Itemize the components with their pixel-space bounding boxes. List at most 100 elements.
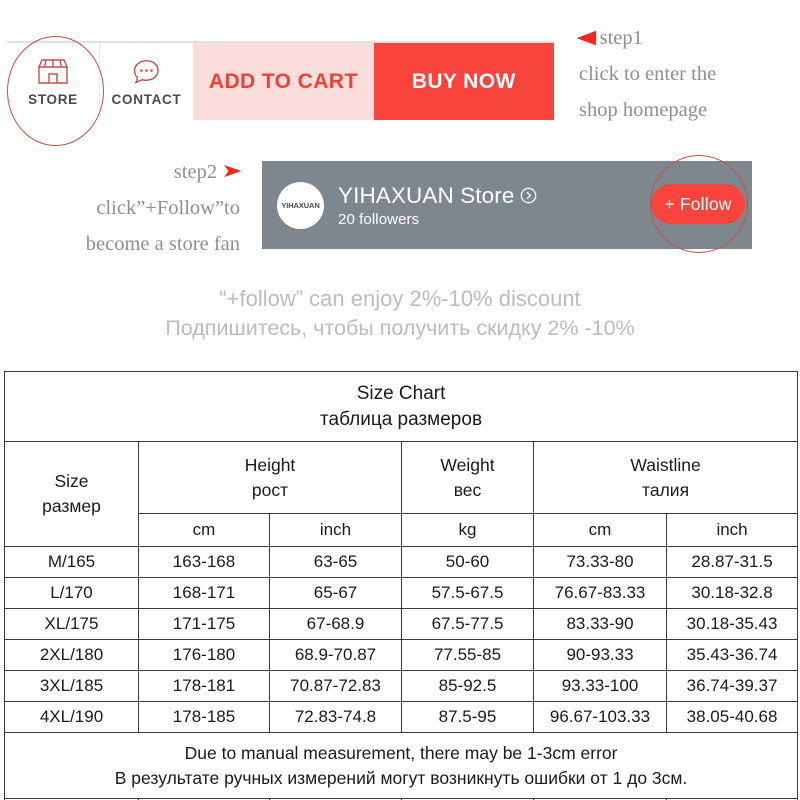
cell-wa-in: 35.43-36.74 [665,639,799,671]
table-row: M/165 163-168 63-65 50-60 73.33-80 28.87… [4,546,799,578]
cell-h-in: 63-65 [269,546,402,578]
step2-line2: click”+Follow”to [96,197,240,219]
size-chart-note-cell: Due to manual measurement, there may be … [3,732,799,799]
arrow-left-icon: ◀ [576,27,597,48]
add-to-cart-button[interactable]: ADD TO CART [193,43,374,120]
chevron-right-circle-icon [520,187,537,204]
cell-h-cm: 168-171 [138,577,270,609]
cell-size: 4XL/190 [4,701,139,733]
step2-line1-row: step2 ➤ [22,154,243,190]
cell-w-kg: 57.5-67.5 [401,577,534,609]
header-height-en: Height [244,454,296,475]
cell-size: 2XL/180 [4,639,139,671]
size-chart-table: Size Chart таблица размеров Size размер … [3,371,799,800]
step2-annotation: step2 ➤ click”+Follow”to become a store f… [22,154,243,262]
cell-h-cm: 178-181 [138,670,270,702]
table-row: 2XL/180 176-180 68.9-70.87 77.55-85 90-9… [4,639,799,671]
header-weight-ru: вес [453,479,482,500]
cell-wa-cm: 93.33-100 [533,670,667,702]
cell-size: XL/175 [4,608,139,640]
follow-button[interactable]: + Follow [651,184,745,224]
cell-wa-in: 30.18-32.8 [665,577,799,609]
store-followers-count: 20 followers [338,210,420,228]
store-avatar: YIHAXUAN [277,181,324,229]
store-name-row[interactable]: YIHAXUAN Store [338,183,537,209]
store-name-label: YIHAXUAN Store [338,182,515,208]
header-weight: Weight вес [401,441,534,514]
discount-text-en: “+follow” can enjoy 2%-10% discount [219,286,581,311]
cell-h-in: 67-68.9 [269,608,402,640]
buy-now-button[interactable]: BUY NOW [373,43,554,120]
header-waistline-en: Waistline [630,454,701,475]
header-waistline: Waistline талия [532,441,799,514]
size-chart-title-ru: таблица размеров [320,408,483,430]
header-size: Size размер [4,441,139,547]
size-chart-title-cell: Size Chart таблица размеров [3,371,799,442]
cell-h-in: 65-67 [269,577,402,609]
cell-h-in: 68.9-70.87 [269,639,402,671]
cell-h-in: 72.83-74.8 [269,701,402,733]
cell-wa-cm: 73.33-80 [533,546,667,578]
cell-wa-in: 30.18-35.43 [665,608,799,640]
unit-height-inch: inch [269,513,402,547]
arrow-right-icon: ➤ [221,161,243,182]
step2-line3: become a store fan [85,233,240,255]
unit-height-cm: cm [138,513,270,547]
cell-wa-cm: 96.67-103.33 [533,701,667,733]
header-height: Height рост [138,441,402,514]
product-action-bar: STORE CONTACT ADD TO CART BUY NOW [7,41,554,120]
cell-w-kg: 85-92.5 [401,670,534,702]
step1-annotation: ◀ step1 click to enter the shop homepage [576,20,717,128]
store-avatar-label: YIHAXUAN [281,200,320,210]
step1-label: step1 [599,27,643,49]
header-size-en: Size [54,471,89,491]
header-waistline-ru: талия [642,479,690,500]
header-height-ru: рост [251,479,289,500]
cell-h-cm: 163-168 [138,546,270,578]
cell-w-kg: 50-60 [401,546,534,578]
cell-h-cm: 171-175 [138,608,270,640]
cell-size: L/170 [4,577,139,609]
header-size-ru: размер [42,496,101,516]
cell-wa-cm: 76.67-83.33 [533,577,667,609]
cell-size: 3XL/185 [4,670,139,702]
store-button-label: STORE [28,91,78,107]
header-weight-en: Weight [440,454,495,475]
contact-button[interactable]: CONTACT [100,43,193,120]
cell-wa-cm: 90-93.33 [533,639,667,671]
table-row: XL/175 171-175 67-68.9 67.5-77.5 83.33-9… [4,608,799,640]
contact-button-label: CONTACT [111,91,182,107]
cell-w-kg: 67.5-77.5 [401,608,534,640]
size-chart-title-row: Size Chart таблица размеров [3,371,799,442]
storefront-icon [36,57,70,87]
unit-waist-cm: cm [533,513,667,547]
store-button[interactable]: STORE [7,43,100,120]
step1-line3: shop homepage [579,99,708,121]
cell-wa-in: 28.87-31.5 [665,546,799,578]
step1-line2: click to enter the [579,63,717,85]
cell-h-cm: 178-185 [138,701,270,733]
cell-wa-in: 36.74-39.37 [665,670,799,702]
step1-line1-row: ◀ step1 [576,20,716,56]
unit-weight-kg: kg [401,513,534,547]
size-chart-title-en: Size Chart [356,382,446,404]
size-chart-note-row: Due to manual measurement, there may be … [3,732,799,799]
store-meta: YIHAXUAN Store 20 followers [338,183,537,228]
size-chart-note-ru: В результате ручных измерений могут возн… [114,767,688,788]
product-detail-page: STORE CONTACT ADD TO CART BUY NOW ◀ step1… [0,0,800,800]
cell-w-kg: 77.55-85 [401,639,534,671]
unit-waist-inch: inch [665,513,799,547]
cell-wa-cm: 83.33-90 [533,608,667,640]
cell-h-in: 70.87-72.83 [269,670,402,702]
size-chart-group-header-row: Size размер Height рост Weight вес Waist… [4,441,799,547]
table-row: 4XL/190 178-185 72.83-74.8 87.5-95 96.67… [4,701,799,733]
table-row: L/170 168-171 65-67 57.5-67.5 76.67-83.3… [4,577,799,609]
cell-size: M/165 [4,546,139,578]
discount-text-ru: Подпишитесь, чтобы получить скидку 2% -1… [165,316,635,340]
cell-h-cm: 176-180 [138,639,270,671]
step2-label: step2 [173,161,218,183]
chat-bubble-icon [130,57,164,87]
size-chart-note-en: Due to manual measurement, there may be … [184,742,618,763]
cell-wa-in: 38.05-40.68 [665,701,799,733]
table-row: 3XL/185 178-181 70.87-72.83 85-92.5 93.3… [4,670,799,702]
